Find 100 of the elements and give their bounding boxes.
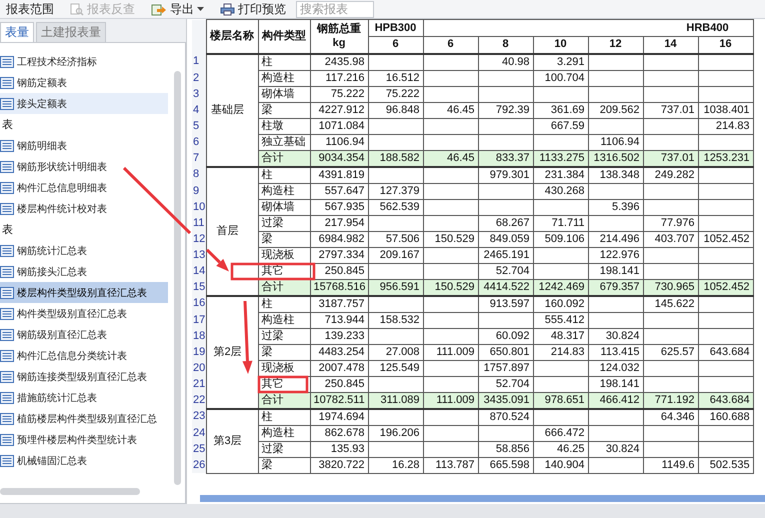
report-item[interactable]: 楼层构件统计校对表 <box>0 198 168 219</box>
table-cell: 52.704 <box>478 263 533 279</box>
table-cell: 57.506 <box>368 231 423 247</box>
table-cell: 3187.757 <box>310 296 368 312</box>
table-cell: 构造柱 <box>258 183 310 199</box>
table-cell: 过梁 <box>258 215 310 231</box>
report-icon <box>0 266 14 278</box>
report-item[interactable]: 钢筋级别直径汇总表 <box>0 324 168 345</box>
table-cell: 4227.912 <box>310 102 368 118</box>
report-scope-button[interactable]: 报表范围 <box>0 0 60 18</box>
report-item[interactable]: 钢筋形状统计明细表 <box>0 156 168 177</box>
table-cell: 过梁 <box>258 328 310 344</box>
table-cell: 160.092 <box>533 296 588 312</box>
table-cell: 30.824 <box>588 328 643 344</box>
table-cell: 5.396 <box>588 199 643 215</box>
table-cell: 158.532 <box>368 312 423 328</box>
report-item[interactable]: 钢筋连接类型级别直径汇总表 <box>0 366 168 387</box>
table-cell: 214.83 <box>533 344 588 360</box>
table-cell: 16.28 <box>368 457 423 473</box>
table-cell: 77.976 <box>643 215 698 231</box>
table-cell: 737.01 <box>643 102 698 118</box>
row-number: 15 <box>192 279 206 296</box>
table-cell: 979.301 <box>478 166 533 183</box>
table-cell: 砌体墙 <box>258 86 310 102</box>
table-cell: 75.222 <box>310 86 368 102</box>
report-item[interactable]: 钢筋明细表 <box>0 135 168 156</box>
section-heading: 表 <box>1 222 14 238</box>
report-item[interactable]: 措施筋统计汇总表 <box>0 387 168 408</box>
table-cell: 209.562 <box>588 102 643 118</box>
table-cell: 361.69 <box>533 102 588 118</box>
export-icon <box>151 2 167 16</box>
table-cell: 160.688 <box>698 408 754 425</box>
horizontal-scrollbar[interactable] <box>0 488 140 495</box>
report-item[interactable]: 钢筋接头汇总表 <box>0 261 168 282</box>
table-cell: 16.512 <box>368 70 423 86</box>
table-cell: 214.496 <box>588 231 643 247</box>
report-item[interactable]: 接头定额表 <box>0 93 168 114</box>
table-cell: 111.009 <box>423 344 478 360</box>
report-item[interactable]: 楼层构件类型级别直径汇总表 <box>0 282 168 303</box>
table-cell: 117.216 <box>310 70 368 86</box>
table-cell: 502.535 <box>698 457 754 473</box>
report-item[interactable]: 预埋件楼层构件类型统计表 <box>0 429 168 450</box>
table-cell: 48.317 <box>533 328 588 344</box>
vertical-scrollbar[interactable] <box>174 71 181 485</box>
row-number: 5 <box>192 118 206 134</box>
table-cell: 2465.191 <box>478 247 533 263</box>
row-number: 11 <box>192 215 206 231</box>
row-number: 22 <box>192 392 206 408</box>
report-item[interactable]: 机械锚固汇总表 <box>0 450 168 471</box>
row-number: 6 <box>192 134 206 150</box>
table-cell: 127.379 <box>368 183 423 199</box>
report-item[interactable]: 钢筋定额表 <box>0 72 168 93</box>
table-cell: 1106.94 <box>310 134 368 150</box>
print-preview-button[interactable]: 打印预览 <box>214 0 292 18</box>
table-cell: 430.268 <box>533 183 588 199</box>
report-icon <box>0 182 14 194</box>
table-cell: 68.267 <box>478 215 533 231</box>
row-number: 24 <box>192 425 206 441</box>
table-cell: 75.222 <box>368 86 423 102</box>
report-icon <box>0 98 14 110</box>
table-cell: 1071.084 <box>310 118 368 134</box>
table-cell: 2007.478 <box>310 360 368 376</box>
table-cell: 198.141 <box>588 376 643 392</box>
table-cell: 557.647 <box>310 183 368 199</box>
search-field[interactable]: 搜索报表 <box>296 0 374 18</box>
table-cell: 145.622 <box>643 296 698 312</box>
column-header: 钢筋总重 <box>317 22 361 36</box>
table-cell: 150.529 <box>423 231 478 247</box>
table-cell: 64.346 <box>643 408 698 425</box>
table-cell: 3.291 <box>533 54 588 70</box>
table-cell: 柱墩 <box>258 118 310 134</box>
table-cell: 125.549 <box>368 360 423 376</box>
table-cell: 46.45 <box>423 102 478 118</box>
report-icon <box>0 434 14 446</box>
report-item[interactable]: 构件汇总信息明细表 <box>0 177 168 198</box>
report-item[interactable]: 构件汇总信息分类统计表 <box>0 345 168 366</box>
table-cell: 100.704 <box>533 70 588 86</box>
table-cell: 139.233 <box>310 328 368 344</box>
table-cell: 562.539 <box>368 199 423 215</box>
report-item[interactable]: 植筋楼层构件类型级别直径汇总 <box>0 408 168 429</box>
table-cell: 140.904 <box>533 457 588 473</box>
report-item[interactable]: 工程技术经济指标 <box>0 51 168 72</box>
table-cell: 柱 <box>258 296 310 312</box>
row-number: 1 <box>192 54 206 70</box>
table-cell: 643.684 <box>698 344 754 360</box>
table-cell: 862.678 <box>310 425 368 441</box>
report-item[interactable]: 构件类型级别直径汇总表 <box>0 303 168 324</box>
grade-header: HRB400 <box>423 20 754 36</box>
table-cell: 913.597 <box>478 296 533 312</box>
export-button[interactable]: 导出 <box>145 0 210 18</box>
table-cell: 1106.94 <box>588 134 643 150</box>
table-cell: 217.954 <box>310 215 368 231</box>
table-cell: 135.93 <box>310 441 368 457</box>
table-cell: 792.39 <box>478 102 533 118</box>
report-item[interactable]: 钢筋统计汇总表 <box>0 240 168 261</box>
row-number: 21 <box>192 376 206 392</box>
horizontal-scrollbar[interactable] <box>200 495 765 502</box>
tab[interactable]: 表量 <box>0 22 34 42</box>
table-cell: 849.059 <box>478 231 533 247</box>
table-cell: 713.944 <box>310 312 368 328</box>
